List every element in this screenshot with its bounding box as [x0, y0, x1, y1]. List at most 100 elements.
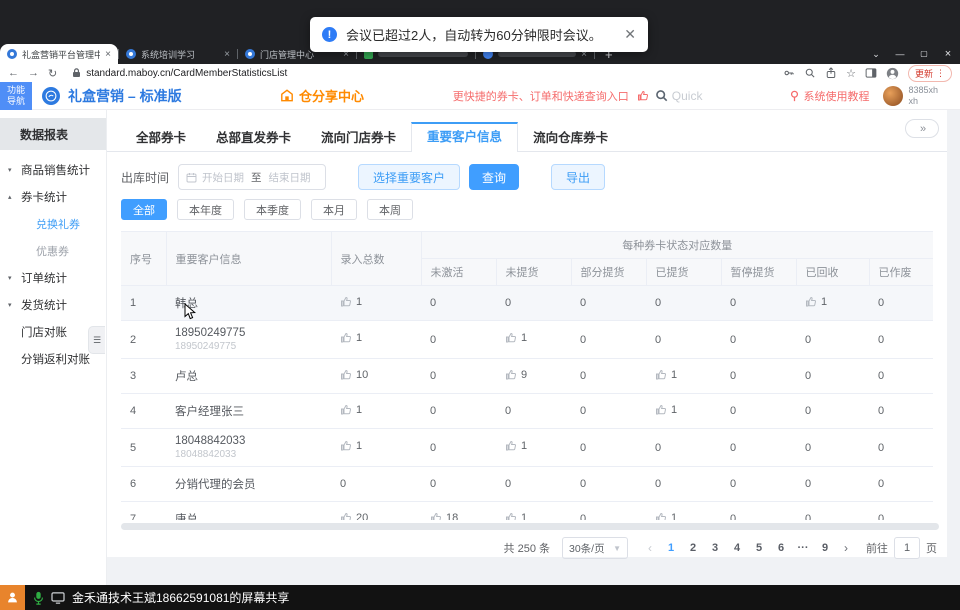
kebab-menu-icon[interactable]: ⋮	[936, 68, 945, 79]
forward-icon[interactable]: →	[28, 67, 39, 79]
date-range-input[interactable]: 开始日期 至 结束日期	[178, 164, 326, 190]
thumb-up-icon	[637, 90, 649, 102]
tab-search-icon[interactable]: ⌄	[864, 44, 888, 64]
table-row[interactable]: 7唐总2018101000	[121, 502, 933, 521]
more-pages-button[interactable]: ···	[792, 537, 814, 559]
page-button-1[interactable]: 1	[660, 537, 682, 559]
count-link[interactable]: 1	[655, 404, 677, 416]
user-avatar[interactable]	[883, 86, 903, 106]
page-button-6[interactable]: 6	[770, 537, 792, 559]
count-link[interactable]: 1	[655, 512, 677, 521]
tutorial-link[interactable]: 系统使用教程	[790, 88, 869, 104]
next-page-button[interactable]: ›	[836, 541, 856, 555]
count-link[interactable]: 1	[505, 332, 527, 344]
page-button-5[interactable]: 5	[748, 537, 770, 559]
tab-close-icon[interactable]: ×	[105, 49, 111, 60]
count-link[interactable]: 9	[505, 369, 527, 381]
sidebar-item-商品销售统计[interactable]: ▾商品销售统计	[0, 156, 106, 183]
count-link[interactable]: 1	[340, 440, 362, 452]
tab-流向门店券卡[interactable]: 流向门店券卡	[306, 122, 411, 151]
count-value: 0	[580, 297, 586, 309]
meeting-participant-icon[interactable]	[0, 585, 25, 610]
count-link[interactable]: 1	[505, 512, 527, 521]
tab-全部券卡[interactable]: 全部券卡	[121, 122, 201, 151]
range-chip-本季度[interactable]: 本季度	[244, 199, 301, 220]
goto-page-input[interactable]	[894, 537, 920, 559]
thumb-up-icon	[340, 512, 352, 521]
key-icon[interactable]	[783, 67, 795, 79]
table-row[interactable]: 1韩总10000010	[121, 286, 933, 321]
count-link[interactable]: 1	[340, 332, 362, 344]
page-size-select[interactable]: 30条/页 ▼	[562, 537, 628, 559]
table-row[interactable]: 5180488420331804884203310100000	[121, 429, 933, 467]
close-window-button[interactable]: ×	[936, 44, 960, 64]
prev-page-button[interactable]: ‹	[640, 541, 660, 555]
range-chip-全部[interactable]: 全部	[121, 199, 167, 220]
query-button[interactable]: 查询	[469, 164, 519, 190]
chevron-down-icon: ▼	[613, 544, 621, 553]
horizontal-scrollbar[interactable]	[121, 523, 939, 530]
tab-总部直发券卡[interactable]: 总部直发券卡	[201, 122, 306, 151]
range-chip-本月[interactable]: 本月	[311, 199, 357, 220]
select-customer-button[interactable]: 选择重要客户	[358, 164, 460, 190]
page-button-4[interactable]: 4	[726, 537, 748, 559]
panel-collapse-button[interactable]: »	[905, 119, 939, 138]
count-cell: 0	[796, 502, 869, 521]
range-chip-本周[interactable]: 本周	[367, 199, 413, 220]
quick-search-button[interactable]: Quick	[655, 89, 703, 103]
count-link[interactable]: 1	[805, 296, 827, 308]
back-icon[interactable]: ←	[8, 67, 19, 79]
tab-重要客户信息[interactable]: 重要客户信息	[411, 122, 518, 152]
count-link[interactable]: 1	[340, 296, 362, 308]
sidebar-item-优惠券[interactable]: 优惠券	[0, 237, 106, 264]
sidebar-item-发货统计[interactable]: ▾发货统计	[0, 291, 106, 318]
function-nav-button[interactable]: 功能 导航	[0, 82, 32, 110]
count-link[interactable]: 1	[505, 440, 527, 452]
count-link[interactable]: 10	[340, 369, 368, 381]
url-text[interactable]: standard.maboy.cn/CardMemberStatisticsLi…	[86, 68, 287, 79]
table-row[interactable]: 2189502497751895024977510100000	[121, 321, 933, 359]
range-chip-本年度[interactable]: 本年度	[177, 199, 234, 220]
tab-流向仓库券卡[interactable]: 流向仓库券卡	[518, 122, 623, 151]
export-button[interactable]: 导出	[551, 164, 605, 190]
page-button-9[interactable]: 9	[814, 537, 836, 559]
sidebar-collapse-handle[interactable]: ☰	[88, 326, 105, 354]
browser-update-button[interactable]: 更新 ⋮	[908, 65, 952, 82]
share-icon[interactable]	[825, 67, 837, 79]
count-value: 1	[671, 404, 677, 416]
count-link[interactable]: 1	[340, 404, 362, 416]
share-center-link[interactable]: 仓分享中心	[280, 86, 364, 105]
zoom-icon[interactable]	[804, 67, 816, 79]
count-link[interactable]: 20	[340, 512, 368, 521]
quick-entry-link[interactable]: 更快捷的券卡、订单和快递查询入口	[453, 88, 629, 104]
page-button-3[interactable]: 3	[704, 537, 726, 559]
start-date-placeholder[interactable]: 开始日期	[202, 170, 244, 185]
sidebar-item-兑换礼券[interactable]: 兑换礼券	[0, 210, 106, 237]
page-button-2[interactable]: 2	[682, 537, 704, 559]
count-link[interactable]: 18	[430, 512, 458, 521]
reload-icon[interactable]: ↻	[48, 67, 57, 80]
toast-close-icon[interactable]: ✕	[624, 26, 636, 43]
sidebar-item-订单统计[interactable]: ▾订单统计	[0, 264, 106, 291]
profile-avatar-icon[interactable]	[886, 67, 899, 80]
table-row[interactable]: 4客户经理张三10001000	[121, 394, 933, 429]
pin-icon	[790, 90, 799, 102]
site-favicon	[245, 49, 255, 59]
row-index: 3	[121, 359, 166, 394]
customer-name: 客户经理张三	[175, 403, 331, 419]
bookmark-star-icon[interactable]: ☆	[846, 67, 856, 80]
end-date-placeholder[interactable]: 结束日期	[269, 170, 311, 185]
count-value: 0	[805, 370, 811, 382]
count-link[interactable]: 1	[655, 369, 677, 381]
side-panel-icon[interactable]	[865, 67, 877, 79]
date-separator: 至	[251, 170, 262, 185]
sidebar-item-券卡统计[interactable]: ▴券卡统计	[0, 183, 106, 210]
browser-tab[interactable]: 系统培训学习×	[119, 44, 237, 64]
filter-row: 出库时间 开始日期 至 结束日期 选择重要客户 查询 导出	[121, 164, 947, 190]
minimize-button[interactable]: —	[888, 44, 912, 64]
browser-tab[interactable]: 礼盒营销平台管理中心×	[0, 44, 118, 64]
table-row[interactable]: 3卢总100901000	[121, 359, 933, 394]
tab-close-icon[interactable]: ×	[224, 49, 230, 60]
table-row[interactable]: 6分销代理的会员00000000	[121, 467, 933, 502]
maximize-button[interactable]: ▢	[912, 44, 936, 64]
